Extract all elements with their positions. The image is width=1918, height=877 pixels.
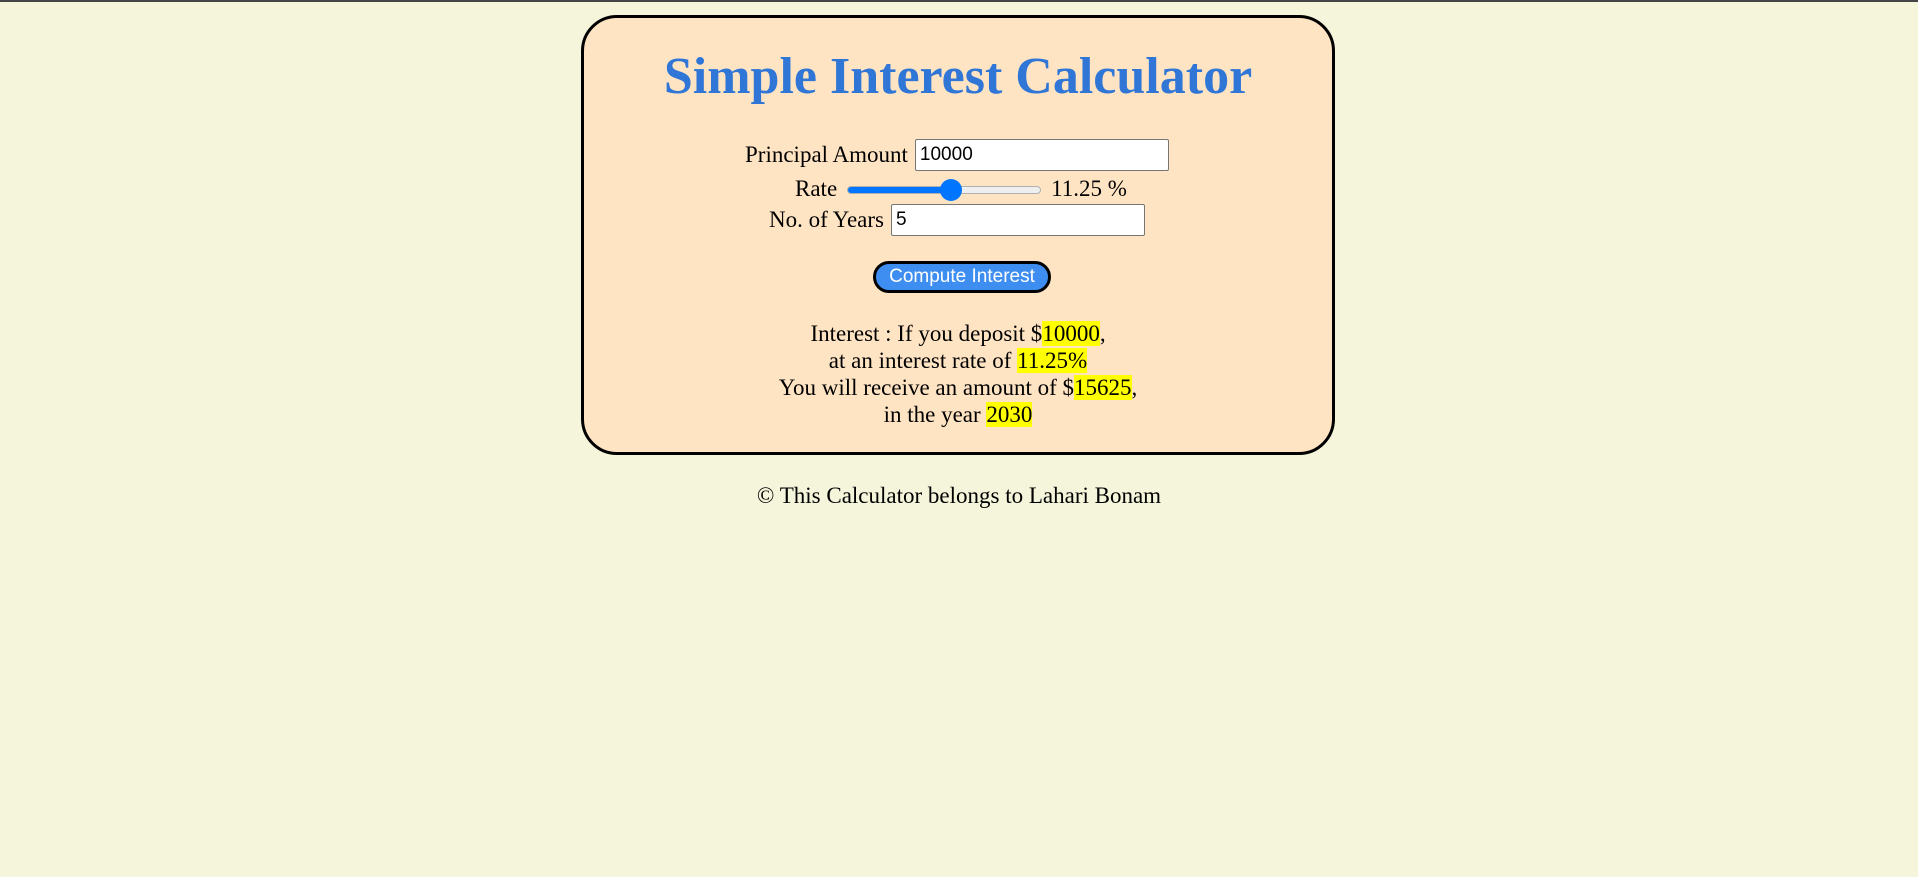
rate-result-value: 11.25%: [1017, 348, 1088, 373]
years-row: No. of Years 5: [769, 204, 1145, 236]
principal-input[interactable]: 10000: [914, 139, 1169, 171]
browser-top-edge: [0, 0, 1918, 2]
calculator-card: Simple Interest Calculator Principal Amo…: [581, 15, 1335, 455]
deposit-value: 10000: [1042, 321, 1100, 346]
rate-slider-fill: [848, 187, 953, 193]
result-line-deposit: Interest : If you deposit $10000,: [810, 321, 1106, 346]
years-label: No. of Years: [769, 207, 884, 232]
rate-label: Rate: [795, 176, 838, 201]
compute-interest-button[interactable]: Compute Interest: [873, 261, 1051, 293]
years-input[interactable]: 5: [891, 204, 1145, 236]
principal-label: Principal Amount: [745, 142, 908, 167]
footer-copyright: © This Calculator belongs to Lahari Bona…: [756, 483, 1162, 508]
rate-value-display: 11.25 %: [1051, 176, 1127, 201]
result-line-rate: at an interest rate of 11.25%: [828, 348, 1088, 373]
year-value: 2030: [986, 402, 1033, 427]
page-title: Simple Interest Calculator: [663, 48, 1253, 105]
rate-slider-thumb[interactable]: [940, 179, 963, 201]
amount-value: 15625: [1074, 375, 1132, 400]
result-line-amount: You will receive an amount of $15625,: [778, 375, 1138, 400]
result-line-year: in the year 2030: [883, 402, 1033, 427]
result-text: Interest : If you deposit $10000, at an …: [584, 320, 1332, 428]
rate-row: Rate 11.25 %: [795, 176, 1127, 202]
principal-row: Principal Amount 10000: [745, 139, 1169, 171]
rate-slider[interactable]: [847, 179, 1042, 201]
